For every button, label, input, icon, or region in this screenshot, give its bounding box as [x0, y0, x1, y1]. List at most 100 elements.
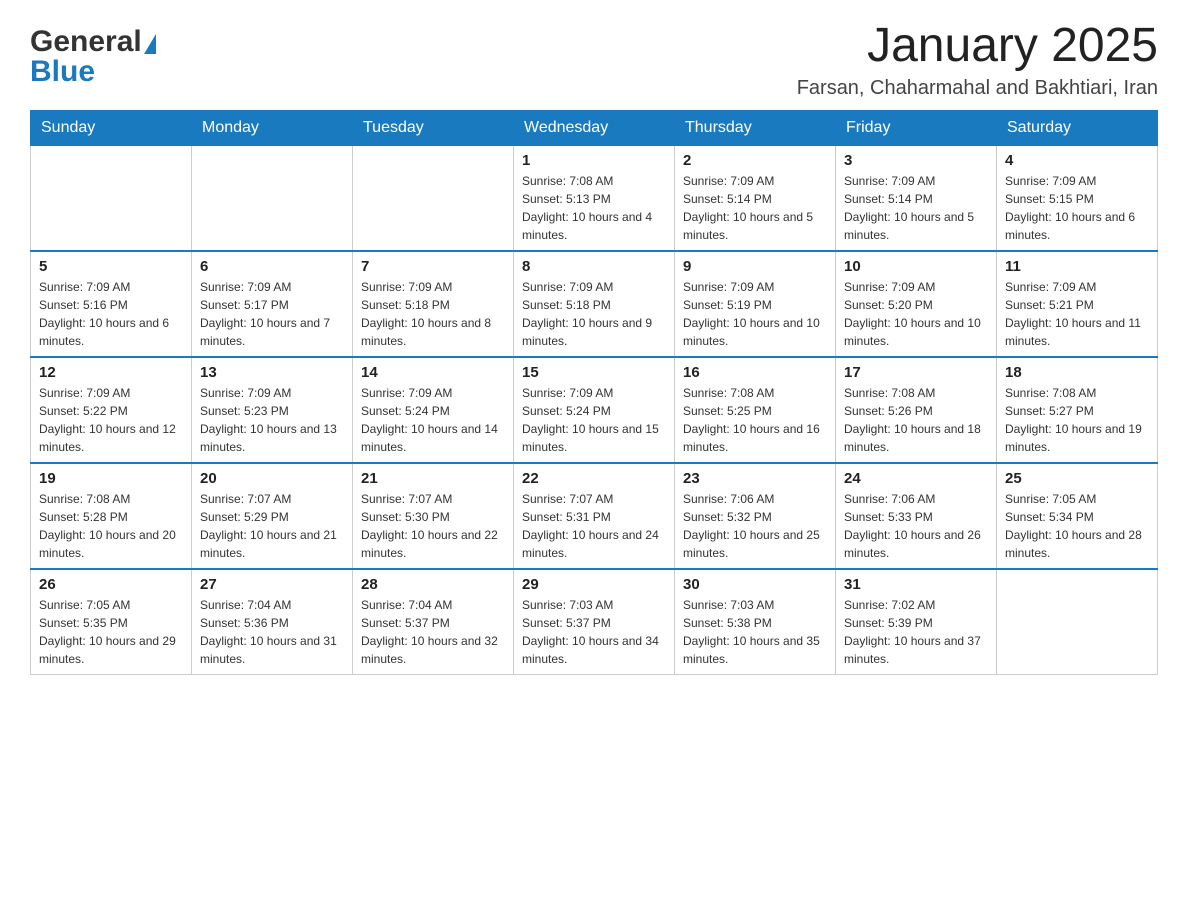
day-number: 14: [361, 364, 505, 381]
day-number: 18: [1005, 364, 1149, 381]
calendar-header-row: SundayMondayTuesdayWednesdayThursdayFrid…: [31, 110, 1158, 145]
calendar-day-cell: 24 Sunrise: 7:06 AMSunset: 5:33 PMDayligh…: [836, 463, 997, 569]
day-number: 16: [683, 364, 827, 381]
day-number: 9: [683, 258, 827, 275]
day-header-sunday: Sunday: [31, 110, 192, 145]
month-title: January 2025: [797, 20, 1158, 73]
calendar-week-row: 12Sunrise: 7:09 AMSunset: 5:22 PMDayligh…: [31, 357, 1158, 463]
day-number: 27: [200, 576, 344, 593]
calendar-day-cell: 1Sunrise: 7:08 AMSunset: 5:13 PMDaylight…: [514, 145, 675, 251]
day-info: Sunrise: 7:09 AMSunset: 5:14 PMDaylight:…: [844, 172, 988, 244]
calendar-day-cell: 20Sunrise: 7:07 AMSunset: 5:29 PMDayligh…: [192, 463, 353, 569]
day-info: Sunrise: 7:09 AMSunset: 5:16 PMDaylight:…: [39, 278, 183, 350]
day-header-thursday: Thursday: [675, 110, 836, 145]
calendar-day-cell: 14 Sunrise: 7:09 AMSunset: 5:24 PMDayligh…: [353, 357, 514, 463]
day-info: Sunrise: 7:02 AMSunset: 5:39 PMDaylight:…: [844, 596, 988, 668]
day-header-wednesday: Wednesday: [514, 110, 675, 145]
calendar-day-cell: 28 Sunrise: 7:04 AMSunset: 5:37 PMDayligh…: [353, 569, 514, 675]
location-title: Farsan, Chaharmahal and Bakhtiari, Iran: [797, 77, 1158, 100]
day-info: Sunrise: 7:09 AMSunset: 5:23 PMDaylight:…: [200, 384, 344, 456]
calendar-day-cell: 30 Sunrise: 7:03 AMSunset: 5:38 PMDayligh…: [675, 569, 836, 675]
day-info: Sunrise: 7:07 AMSunset: 5:29 PMDaylight:…: [200, 490, 344, 562]
day-number: 4: [1005, 152, 1149, 169]
day-info: Sunrise: 7:05 AMSunset: 5:34 PMDaylight:…: [1005, 490, 1149, 562]
day-info: Sunrise: 7:08 AMSunset: 5:26 PMDaylight:…: [844, 384, 988, 456]
calendar-day-cell: [31, 145, 192, 251]
calendar-day-cell: 12Sunrise: 7:09 AMSunset: 5:22 PMDayligh…: [31, 357, 192, 463]
day-number: 26: [39, 576, 183, 593]
day-info: Sunrise: 7:07 AMSunset: 5:30 PMDaylight:…: [361, 490, 505, 562]
calendar-day-cell: 29Sunrise: 7:03 AMSunset: 5:37 PMDayligh…: [514, 569, 675, 675]
calendar-week-row: 1Sunrise: 7:08 AMSunset: 5:13 PMDaylight…: [31, 145, 1158, 251]
day-number: 21: [361, 470, 505, 487]
day-info: Sunrise: 7:06 AMSunset: 5:33 PMDaylight:…: [844, 490, 988, 562]
calendar-day-cell: 8Sunrise: 7:09 AMSunset: 5:18 PMDaylight…: [514, 251, 675, 357]
calendar-day-cell: 7 Sunrise: 7:09 AMSunset: 5:18 PMDaylight…: [353, 251, 514, 357]
day-number: 23: [683, 470, 827, 487]
calendar-day-cell: 16 Sunrise: 7:08 AMSunset: 5:25 PMDayligh…: [675, 357, 836, 463]
calendar-table: SundayMondayTuesdayWednesdayThursdayFrid…: [30, 110, 1158, 675]
calendar-week-row: 5 Sunrise: 7:09 AMSunset: 5:16 PMDaylight…: [31, 251, 1158, 357]
day-number: 3: [844, 152, 988, 169]
day-number: 11: [1005, 258, 1149, 275]
day-info: Sunrise: 7:09 AMSunset: 5:24 PMDaylight:…: [522, 384, 666, 456]
day-number: 1: [522, 152, 666, 169]
day-info: Sunrise: 7:08 AMSunset: 5:27 PMDaylight:…: [1005, 384, 1149, 456]
day-info: Sunrise: 7:07 AMSunset: 5:31 PMDaylight:…: [522, 490, 666, 562]
day-info: Sunrise: 7:05 AMSunset: 5:35 PMDaylight:…: [39, 596, 183, 668]
day-info: Sunrise: 7:09 AMSunset: 5:20 PMDaylight:…: [844, 278, 988, 350]
day-number: 15: [522, 364, 666, 381]
day-number: 28: [361, 576, 505, 593]
calendar-day-cell: 18 Sunrise: 7:08 AMSunset: 5:27 PMDayligh…: [997, 357, 1158, 463]
day-number: 2: [683, 152, 827, 169]
day-number: 22: [522, 470, 666, 487]
day-number: 17: [844, 364, 988, 381]
day-number: 5: [39, 258, 183, 275]
calendar-day-cell: 21 Sunrise: 7:07 AMSunset: 5:30 PMDayligh…: [353, 463, 514, 569]
day-header-tuesday: Tuesday: [353, 110, 514, 145]
day-info: Sunrise: 7:09 AMSunset: 5:18 PMDaylight:…: [361, 278, 505, 350]
day-number: 13: [200, 364, 344, 381]
calendar-day-cell: 13 Sunrise: 7:09 AMSunset: 5:23 PMDayligh…: [192, 357, 353, 463]
calendar-week-row: 26 Sunrise: 7:05 AMSunset: 5:35 PMDayligh…: [31, 569, 1158, 675]
day-number: 24: [844, 470, 988, 487]
calendar-day-cell: 4Sunrise: 7:09 AMSunset: 5:15 PMDaylight…: [997, 145, 1158, 251]
calendar-day-cell: [997, 569, 1158, 675]
day-info: Sunrise: 7:09 AMSunset: 5:18 PMDaylight:…: [522, 278, 666, 350]
logo-blue-text: Blue: [30, 55, 95, 89]
day-info: Sunrise: 7:09 AMSunset: 5:24 PMDaylight:…: [361, 384, 505, 456]
day-info: Sunrise: 7:08 AMSunset: 5:25 PMDaylight:…: [683, 384, 827, 456]
calendar-week-row: 19Sunrise: 7:08 AMSunset: 5:28 PMDayligh…: [31, 463, 1158, 569]
calendar-day-cell: [353, 145, 514, 251]
calendar-day-cell: 23 Sunrise: 7:06 AMSunset: 5:32 PMDayligh…: [675, 463, 836, 569]
day-header-monday: Monday: [192, 110, 353, 145]
day-number: 7: [361, 258, 505, 275]
day-info: Sunrise: 7:04 AMSunset: 5:37 PMDaylight:…: [361, 596, 505, 668]
day-header-saturday: Saturday: [997, 110, 1158, 145]
day-info: Sunrise: 7:09 AMSunset: 5:17 PMDaylight:…: [200, 278, 344, 350]
logo-arrow-icon: [144, 34, 156, 54]
title-section: January 2025 Farsan, Chaharmahal and Bak…: [797, 20, 1158, 100]
day-number: 10: [844, 258, 988, 275]
day-info: Sunrise: 7:09 AMSunset: 5:19 PMDaylight:…: [683, 278, 827, 350]
calendar-day-cell: 11Sunrise: 7:09 AMSunset: 5:21 PMDayligh…: [997, 251, 1158, 357]
calendar-day-cell: 26 Sunrise: 7:05 AMSunset: 5:35 PMDayligh…: [31, 569, 192, 675]
calendar-day-cell: 31 Sunrise: 7:02 AMSunset: 5:39 PMDayligh…: [836, 569, 997, 675]
day-info: Sunrise: 7:08 AMSunset: 5:28 PMDaylight:…: [39, 490, 183, 562]
day-number: 12: [39, 364, 183, 381]
calendar-day-cell: 15 Sunrise: 7:09 AMSunset: 5:24 PMDayligh…: [514, 357, 675, 463]
page-header: General Blue January 2025 Farsan, Chahar…: [30, 20, 1158, 100]
day-number: 31: [844, 576, 988, 593]
calendar-day-cell: 2 Sunrise: 7:09 AMSunset: 5:14 PMDaylight…: [675, 145, 836, 251]
day-info: Sunrise: 7:04 AMSunset: 5:36 PMDaylight:…: [200, 596, 344, 668]
day-info: Sunrise: 7:06 AMSunset: 5:32 PMDaylight:…: [683, 490, 827, 562]
day-header-friday: Friday: [836, 110, 997, 145]
day-info: Sunrise: 7:03 AMSunset: 5:38 PMDaylight:…: [683, 596, 827, 668]
day-number: 25: [1005, 470, 1149, 487]
calendar-day-cell: 3 Sunrise: 7:09 AMSunset: 5:14 PMDaylight…: [836, 145, 997, 251]
day-info: Sunrise: 7:09 AMSunset: 5:14 PMDaylight:…: [683, 172, 827, 244]
calendar-day-cell: [192, 145, 353, 251]
logo: General Blue: [30, 20, 156, 89]
day-number: 30: [683, 576, 827, 593]
calendar-day-cell: 9 Sunrise: 7:09 AMSunset: 5:19 PMDaylight…: [675, 251, 836, 357]
